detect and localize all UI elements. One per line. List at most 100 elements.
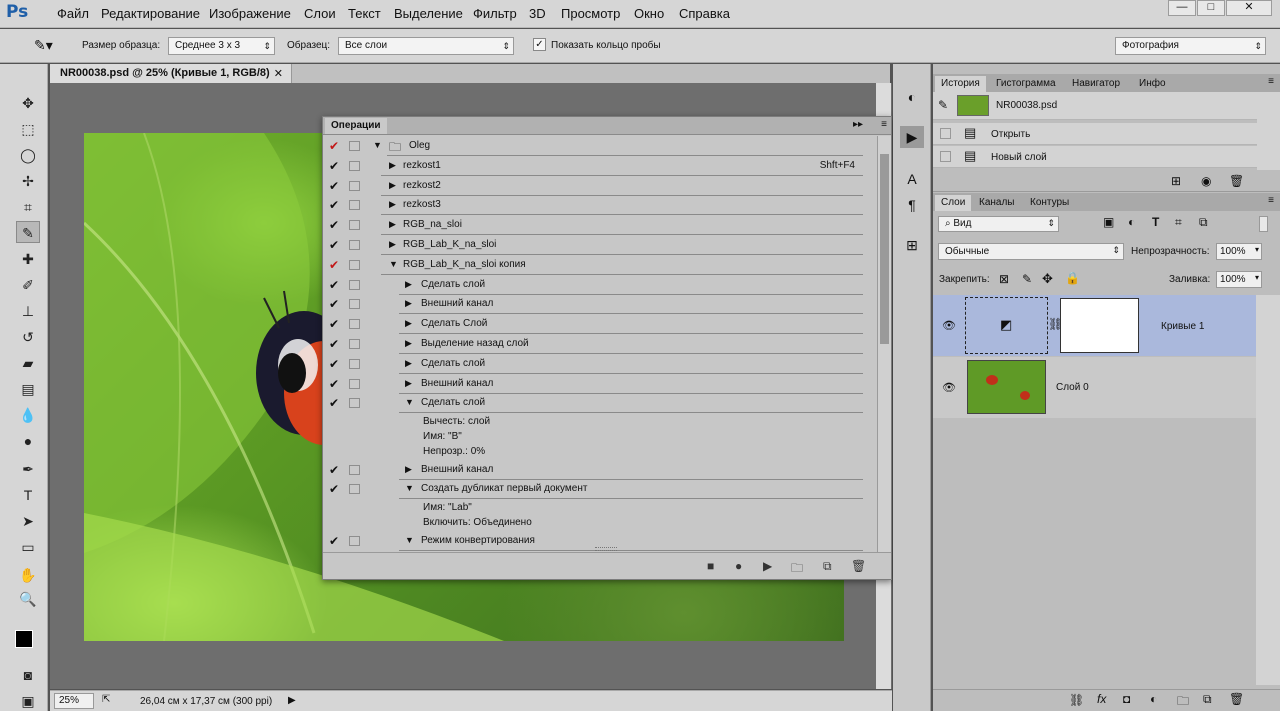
share-icon[interactable]: ⇱ xyxy=(102,694,110,705)
toggle-item-checkmark-icon[interactable]: ✔ xyxy=(329,139,339,153)
close-window-button[interactable]: ✕ xyxy=(1226,0,1272,16)
action-command-row[interactable]: ✔ ▶ Внешний канал xyxy=(323,294,877,315)
action-row[interactable]: ✔ ▶ RGB_na_sloi xyxy=(323,215,877,236)
filter-type-icon[interactable]: T xyxy=(1152,215,1159,229)
dialog-toggle-box[interactable] xyxy=(349,200,360,211)
status-menu-arrow-icon[interactable]: ▶ xyxy=(288,695,296,706)
menu-window[interactable]: Окно xyxy=(634,6,664,21)
history-item[interactable]: ▤ Открыть xyxy=(933,123,1257,145)
toggle-item-checkmark-icon[interactable]: ✔ xyxy=(329,238,339,252)
healing-brush-tool-icon[interactable]: ✚ xyxy=(16,248,40,270)
marquee-tool-icon[interactable]: ⬚ xyxy=(16,118,40,140)
tab-navigator[interactable]: Навигатор xyxy=(1066,76,1126,92)
new-set-folder-icon[interactable]: 🗀 xyxy=(791,559,803,580)
toggle-item-checkmark-icon[interactable]: ✔ xyxy=(329,357,339,371)
menu-help[interactable]: Справка xyxy=(679,6,730,21)
collapsed-triangle-icon[interactable]: ▶ xyxy=(389,180,396,191)
new-action-icon[interactable]: ⧉ xyxy=(823,559,832,574)
tab-paths[interactable]: Контуры xyxy=(1024,195,1075,211)
collapsed-triangle-icon[interactable]: ▶ xyxy=(405,358,412,369)
dialog-toggle-box[interactable] xyxy=(349,464,360,475)
dialog-toggle-box[interactable] xyxy=(349,279,360,290)
action-command-row[interactable]: ✔ ▼ Сделать слой xyxy=(323,393,877,414)
visibility-eye-icon[interactable]: 👁 xyxy=(942,381,956,394)
clone-stamp-tool-icon[interactable]: ⊥ xyxy=(16,300,40,322)
lock-position-icon[interactable]: ✥ xyxy=(1042,271,1053,287)
menu-type[interactable]: Текст xyxy=(348,6,381,21)
blend-mode-select[interactable]: Обычные ⇕ xyxy=(938,243,1124,260)
toggle-item-checkmark-icon[interactable]: ✔ xyxy=(329,463,339,477)
type-tool-icon[interactable]: T xyxy=(16,484,40,506)
path-selection-tool-icon[interactable]: ➤ xyxy=(16,510,40,532)
actions-scrollbar[interactable] xyxy=(877,136,891,552)
menu-view[interactable]: Просмотр xyxy=(561,6,620,21)
toggle-item-checkmark-icon[interactable]: ✔ xyxy=(329,482,339,496)
new-layer-icon[interactable]: ⧉ xyxy=(1203,692,1212,707)
action-command-row[interactable]: ✔ ▶ Сделать Слой xyxy=(323,314,877,335)
close-tab-icon[interactable]: ✕ xyxy=(274,67,283,80)
brush-tool-icon[interactable]: ✐ xyxy=(16,274,40,296)
dialog-toggle-box[interactable] xyxy=(349,535,360,546)
sample-select[interactable]: Все слои ⇕ xyxy=(338,37,514,55)
dialog-toggle-box[interactable] xyxy=(349,484,360,495)
toggle-item-checkmark-icon[interactable]: ✔ xyxy=(329,278,339,292)
action-command-row[interactable]: ✔ ▶ Сделать слой xyxy=(323,354,877,374)
action-command-row[interactable]: ✔ ▶ Внешний канал xyxy=(323,460,877,480)
record-icon[interactable]: ● xyxy=(735,559,742,573)
dialog-toggle-box[interactable] xyxy=(349,319,360,330)
history-source-box[interactable] xyxy=(940,151,951,162)
document-tab[interactable]: NR00038.psd @ 25% (Кривые 1, RGB/8) ✕ xyxy=(50,64,292,83)
filter-pixel-icon[interactable]: ▣ xyxy=(1103,215,1114,229)
new-adjustment-layer-icon[interactable]: ◐ xyxy=(1150,692,1157,706)
eyedropper-tool-icon[interactable]: ✎ xyxy=(16,221,40,243)
move-tool-icon[interactable]: ✥ xyxy=(16,92,40,114)
menu-file[interactable]: Файл xyxy=(57,6,89,21)
menu-filter[interactable]: Фильтр xyxy=(473,6,517,21)
new-group-folder-icon[interactable]: 🗀 xyxy=(1177,692,1189,711)
filter-smart-object-icon[interactable]: ⧉ xyxy=(1199,215,1208,230)
dialog-toggle-box[interactable] xyxy=(349,378,360,389)
menu-3d[interactable]: 3D xyxy=(529,6,546,21)
dialog-toggle-box[interactable] xyxy=(349,141,360,151)
expanded-triangle-icon[interactable]: ▼ xyxy=(405,483,414,493)
new-document-from-state-icon[interactable]: ⊞ xyxy=(1171,174,1181,188)
action-command-row[interactable]: ✔ ▶ Внешний канал xyxy=(323,374,877,394)
toggle-item-checkmark-icon[interactable]: ✔ xyxy=(329,218,339,232)
link-layers-icon[interactable]: ⛓ xyxy=(1069,693,1084,707)
history-scrollbar[interactable] xyxy=(1257,92,1280,170)
dodge-tool-icon[interactable]: ● xyxy=(16,430,40,452)
layer-style-fx-icon[interactable]: fx xyxy=(1097,692,1106,706)
character-icon[interactable]: A xyxy=(900,168,924,190)
gradient-tool-icon[interactable]: ▤ xyxy=(16,378,40,400)
screen-mode-icon[interactable]: ▣ xyxy=(16,690,40,711)
resize-grip[interactable] xyxy=(595,547,617,551)
actions-play-icon[interactable]: ▶ xyxy=(900,126,924,148)
layer-filter-select[interactable]: ⌕ Вид ⇕ xyxy=(938,216,1059,232)
crop-tool-icon[interactable]: ⌗ xyxy=(16,196,40,218)
toggle-item-checkmark-icon[interactable]: ✔ xyxy=(329,297,339,311)
toggle-item-checkmark-icon[interactable]: ✔ xyxy=(329,159,339,173)
history-snapshot-row[interactable]: ✎ NR00038.psd xyxy=(933,92,1257,120)
dialog-toggle-box[interactable] xyxy=(349,220,360,231)
filter-shape-icon[interactable]: ⌗ xyxy=(1175,215,1182,230)
expanded-triangle-icon[interactable]: ▼ xyxy=(373,140,382,150)
tab-histogram[interactable]: Гистограмма xyxy=(990,76,1062,92)
toggle-item-checkmark-icon[interactable]: ✔ xyxy=(329,179,339,193)
menu-edit[interactable]: Редактирование xyxy=(101,6,200,21)
toggle-item-checkmark-icon[interactable]: ✔ xyxy=(329,337,339,351)
menu-layers[interactable]: Слои xyxy=(304,6,336,21)
actions-panel-tab[interactable]: Операции xyxy=(325,118,387,134)
menu-select[interactable]: Выделение xyxy=(394,6,463,21)
layers-scrollbar[interactable] xyxy=(1256,295,1280,685)
collapsed-triangle-icon[interactable]: ▶ xyxy=(389,199,396,210)
tab-channels[interactable]: Каналы xyxy=(973,195,1021,211)
rectangle-tool-icon[interactable]: ▭ xyxy=(16,536,40,558)
panel-menu-icon[interactable]: ≡ xyxy=(1268,76,1274,87)
lasso-tool-icon[interactable]: ◯ xyxy=(16,144,40,166)
pen-tool-icon[interactable]: ✒ xyxy=(16,458,40,480)
collapsed-triangle-icon[interactable]: ▶ xyxy=(389,219,396,230)
collapsed-triangle-icon[interactable]: ▶ xyxy=(405,378,412,389)
layer-row-layer0[interactable]: 👁 Слой 0 xyxy=(933,357,1256,418)
dialog-toggle-box[interactable] xyxy=(349,339,360,349)
panel-menu-icon[interactable]: ≡ xyxy=(881,119,887,130)
